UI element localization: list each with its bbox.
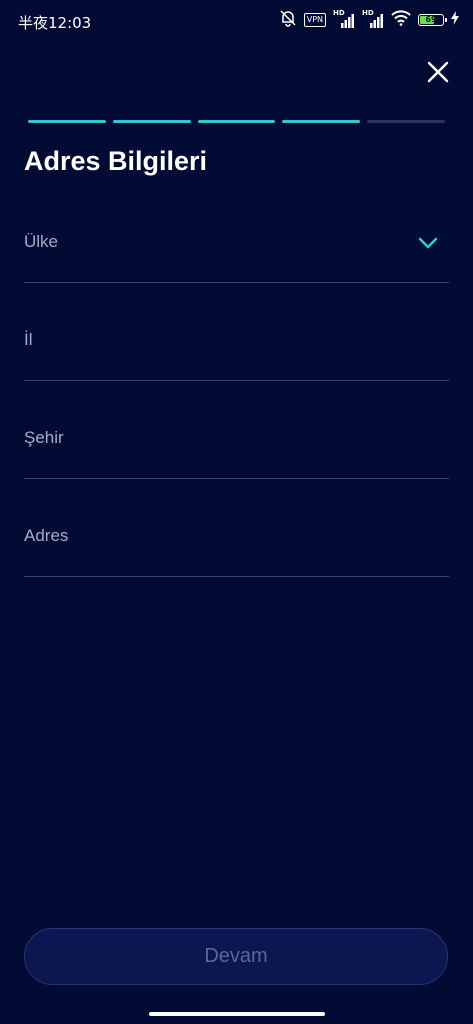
chevron-down-icon[interactable] — [417, 236, 439, 250]
progress-step — [282, 120, 361, 123]
signal-icon: HD — [362, 9, 384, 28]
address-label: Adres — [24, 526, 69, 545]
province-label: İl — [24, 330, 33, 349]
charging-icon — [451, 10, 459, 30]
close-icon — [427, 61, 449, 83]
status-bar: 半夜12:03 VPN HD HD 69 — [0, 0, 473, 40]
province-field[interactable]: İl — [24, 330, 449, 381]
city-label: Şehir — [24, 428, 64, 447]
progress-step — [28, 120, 106, 123]
page-title: Adres Bilgileri — [24, 146, 208, 176]
progress-step — [367, 120, 445, 123]
wifi-icon — [391, 9, 411, 31]
signal-icon: HD — [333, 9, 355, 28]
continue-button[interactable]: Devam — [24, 928, 448, 985]
close-button[interactable] — [420, 54, 456, 90]
country-label: Ülke — [24, 232, 59, 251]
hd-label: HD — [362, 9, 374, 17]
country-select[interactable]: Ülke — [24, 232, 449, 283]
progress-step — [112, 120, 191, 123]
vpn-badge: VPN — [303, 13, 326, 27]
step-progress — [28, 120, 445, 124]
battery-icon: 69 — [418, 14, 447, 26]
mute-bell-icon — [279, 9, 297, 32]
status-time: 半夜12:03 — [18, 14, 92, 32]
address-field[interactable]: Adres — [24, 526, 449, 577]
status-icons: VPN HD HD 69 — [279, 9, 459, 32]
city-field[interactable]: Şehir — [24, 428, 449, 479]
progress-step — [197, 120, 276, 123]
hd-label: HD — [333, 9, 345, 17]
battery-level: 69 — [425, 15, 437, 24]
home-indicator[interactable] — [149, 1012, 325, 1016]
